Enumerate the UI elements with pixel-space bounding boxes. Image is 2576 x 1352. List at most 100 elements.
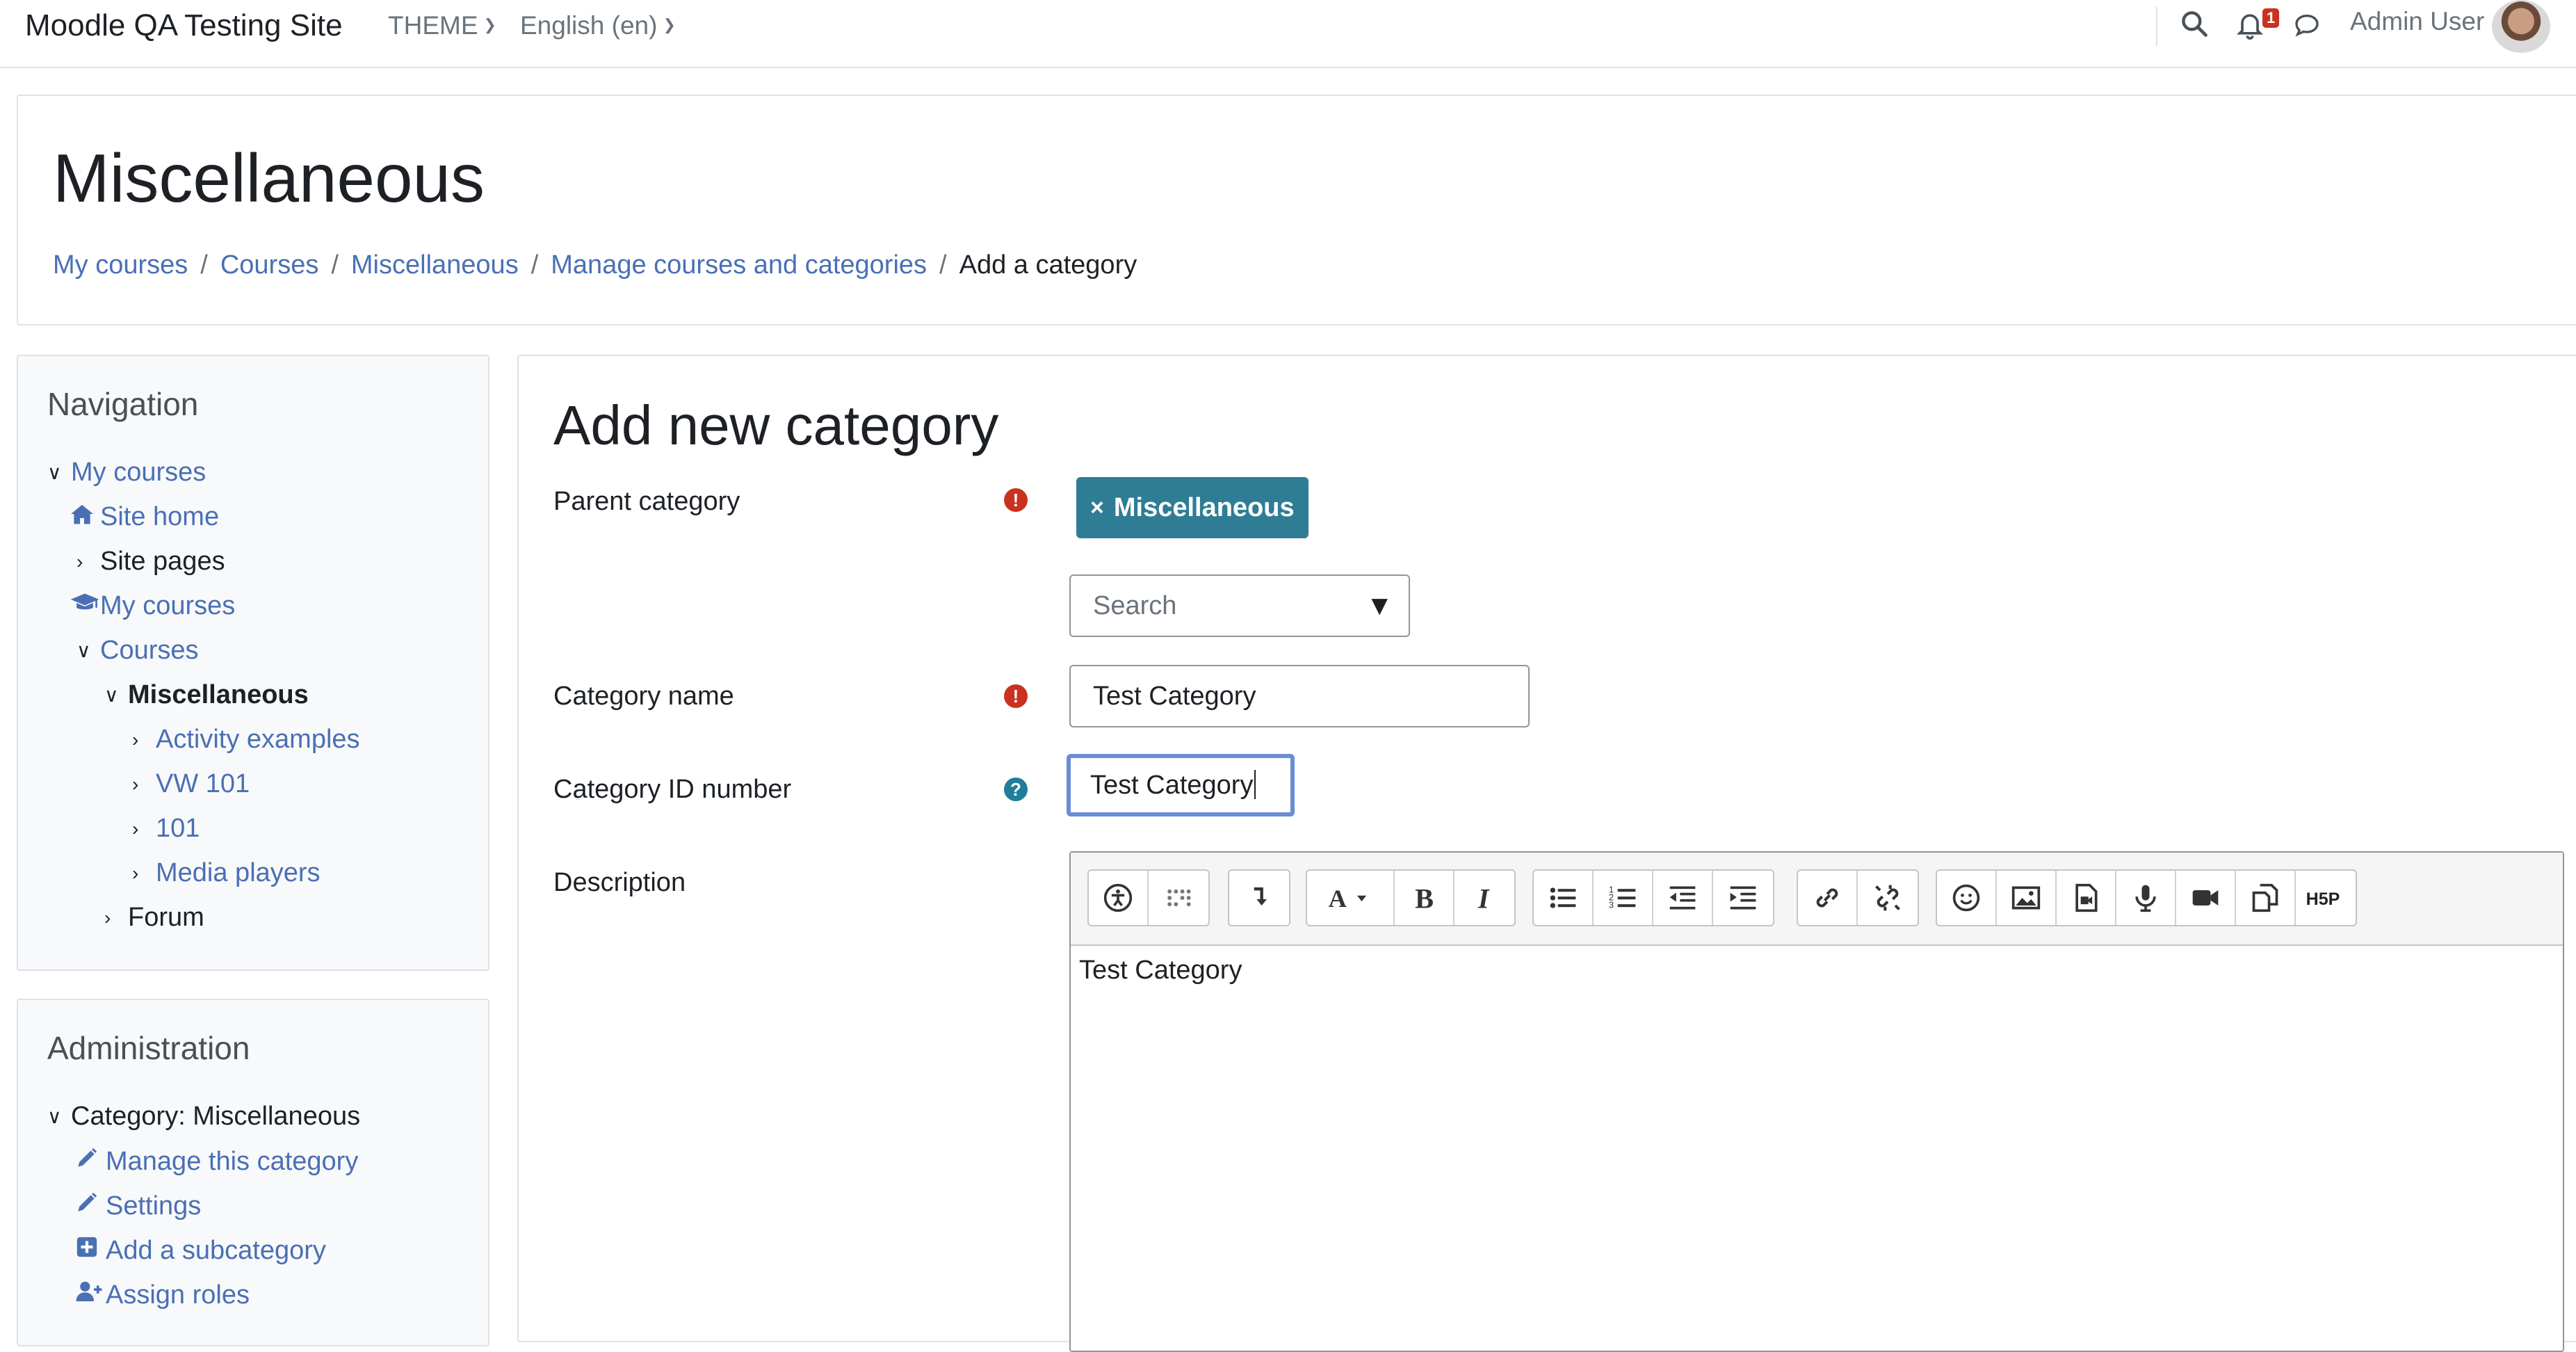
nav-item-label: My courses <box>100 591 236 620</box>
admin-item-label: Assign roles <box>106 1280 250 1310</box>
chevron-down-icon[interactable]: ∨ <box>47 1105 71 1128</box>
administration-block: Administration ∨ Category: Miscellaneous… <box>17 999 489 1346</box>
pencil-icon <box>75 1146 103 1177</box>
image-icon[interactable] <box>1997 871 2057 925</box>
unlink-icon[interactable] <box>1858 871 1918 925</box>
chevron-right-icon[interactable]: › <box>132 729 156 751</box>
nav-item-label: Forum <box>128 903 204 932</box>
user-menu-name[interactable]: Admin User <box>2350 7 2484 36</box>
nav-item-site-pages[interactable]: › Site pages <box>76 547 225 577</box>
chevron-right-icon[interactable]: › <box>104 907 128 929</box>
toolbar-group-media: H5P <box>1936 869 2357 926</box>
nav-item-101[interactable]: › 101 <box>132 814 200 844</box>
language-menu-label: English (en) <box>520 11 658 40</box>
nav-item-label: Activity examples <box>156 725 360 754</box>
administration-block-title: Administration <box>47 1030 250 1066</box>
accessibility-checker-icon[interactable] <box>1089 871 1149 925</box>
help-icon[interactable]: ? <box>1004 778 1028 801</box>
notification-bell-icon[interactable] <box>2235 8 2265 44</box>
manage-files-icon[interactable] <box>2236 871 2296 925</box>
italic-icon[interactable]: I <box>1455 871 1514 925</box>
admin-item-label: Settings <box>106 1191 202 1221</box>
required-icon[interactable]: ! <box>1004 488 1028 512</box>
user-avatar[interactable] <box>2492 0 2550 53</box>
plus-square-icon <box>75 1235 103 1266</box>
description-label: Description <box>553 868 686 897</box>
svg-text:H5P: H5P <box>2306 890 2340 909</box>
admin-item-label: Manage this category <box>106 1146 359 1176</box>
parent-category-search[interactable]: Search ▼ <box>1069 574 1410 637</box>
ordered-list-icon[interactable]: 123 <box>1594 871 1653 925</box>
chevron-down-icon[interactable]: ∨ <box>104 684 128 707</box>
nav-item-courses[interactable]: ∨ Courses <box>76 636 199 666</box>
record-audio-icon[interactable] <box>2116 871 2176 925</box>
link-icon[interactable] <box>1798 871 1858 925</box>
chevron-right-icon[interactable]: › <box>132 862 156 885</box>
chevron-right-icon[interactable]: › <box>132 818 156 840</box>
admin-item-category[interactable]: ∨ Category: Miscellaneous <box>47 1102 360 1132</box>
admin-item-manage-category[interactable]: Manage this category <box>75 1146 358 1177</box>
language-menu[interactable]: English (en) ❯ <box>520 11 676 40</box>
category-name-value: Test Category <box>1093 682 1256 711</box>
toolbar-group-collapse <box>1228 869 1290 926</box>
admin-item-assign-roles[interactable]: Assign roles <box>75 1280 250 1310</box>
chevron-right-icon[interactable]: › <box>76 551 100 573</box>
nav-item-media-players[interactable]: › Media players <box>132 858 321 888</box>
bold-icon[interactable]: B <box>1395 871 1455 925</box>
breadcrumb-courses[interactable]: Courses <box>220 250 319 280</box>
messages-icon[interactable] <box>2292 11 2322 42</box>
dropdown-triangle-icon[interactable]: ▼ <box>1366 576 1393 636</box>
theme-menu[interactable]: THEME ❯ <box>388 11 496 40</box>
admin-item-label: Category: Miscellaneous <box>71 1102 361 1131</box>
screenreader-helper-icon[interactable] <box>1149 871 1208 925</box>
emoji-icon[interactable] <box>1937 871 1997 925</box>
search-icon[interactable] <box>2179 8 2210 42</box>
indent-icon[interactable] <box>1713 871 1773 925</box>
breadcrumb-current: Add a category <box>959 250 1137 280</box>
nav-item-label: Site pages <box>100 547 225 576</box>
nav-item-my-courses-2[interactable]: My courses <box>70 591 235 621</box>
outdent-icon[interactable] <box>1653 871 1713 925</box>
search-placeholder: Search <box>1093 591 1177 620</box>
admin-item-add-subcategory[interactable]: Add a subcategory <box>75 1235 326 1266</box>
nav-item-label: My courses <box>71 458 206 487</box>
h5p-icon[interactable]: H5P <box>2296 871 2356 925</box>
record-video-icon[interactable] <box>2176 871 2236 925</box>
site-name-link[interactable]: Moodle QA Testing Site <box>25 8 343 43</box>
font-style-icon[interactable]: A <box>1307 871 1395 925</box>
breadcrumb-manage-courses[interactable]: Manage courses and categories <box>551 250 927 280</box>
chevron-right-icon[interactable]: › <box>132 773 156 796</box>
breadcrumb-my-courses[interactable]: My courses <box>53 250 188 280</box>
svg-text:A: A <box>1329 885 1347 912</box>
nav-item-label: VW 101 <box>156 769 250 798</box>
chevron-down-icon[interactable]: ∨ <box>47 461 71 484</box>
admin-item-settings[interactable]: Settings <box>75 1191 201 1221</box>
unordered-list-icon[interactable] <box>1534 871 1594 925</box>
category-name-input[interactable]: Test Category <box>1069 665 1530 727</box>
nav-item-miscellaneous[interactable]: ∨ Miscellaneous <box>104 680 309 710</box>
form-heading: Add new category <box>553 394 999 456</box>
category-id-value: Test Category <box>1090 771 1254 800</box>
notification-count-badge: 1 <box>2262 8 2280 28</box>
description-editor[interactable]: A B I 123 H5P Test Category <box>1069 851 2564 1352</box>
description-content[interactable]: Test Category <box>1079 956 1242 985</box>
nav-item-activity-examples[interactable]: › Activity examples <box>132 725 360 755</box>
category-id-input[interactable]: Test Category <box>1067 754 1295 816</box>
top-navbar: Moodle QA Testing Site THEME ❯ English (e… <box>0 0 2576 68</box>
nav-item-my-courses[interactable]: ∨ My courses <box>47 458 206 488</box>
nav-item-label: Miscellaneous <box>128 680 309 709</box>
nav-item-forum[interactable]: › Forum <box>104 903 204 933</box>
remove-tag-icon[interactable]: × <box>1090 494 1104 522</box>
breadcrumb-miscellaneous[interactable]: Miscellaneous <box>351 250 519 280</box>
svg-text:B: B <box>1415 883 1434 913</box>
collapse-toolbar-icon[interactable] <box>1229 871 1289 925</box>
media-icon[interactable] <box>2057 871 2116 925</box>
nav-item-vw-101[interactable]: › VW 101 <box>132 769 250 799</box>
parent-category-selected-tag[interactable]: × Miscellaneous <box>1076 477 1309 538</box>
user-plus-icon <box>75 1280 103 1310</box>
required-icon[interactable]: ! <box>1004 684 1028 708</box>
chevron-down-icon: ❯ <box>483 16 496 33</box>
nav-item-site-home[interactable]: Site home <box>70 502 219 532</box>
chevron-down-icon[interactable]: ∨ <box>76 639 100 662</box>
home-icon <box>70 502 97 532</box>
